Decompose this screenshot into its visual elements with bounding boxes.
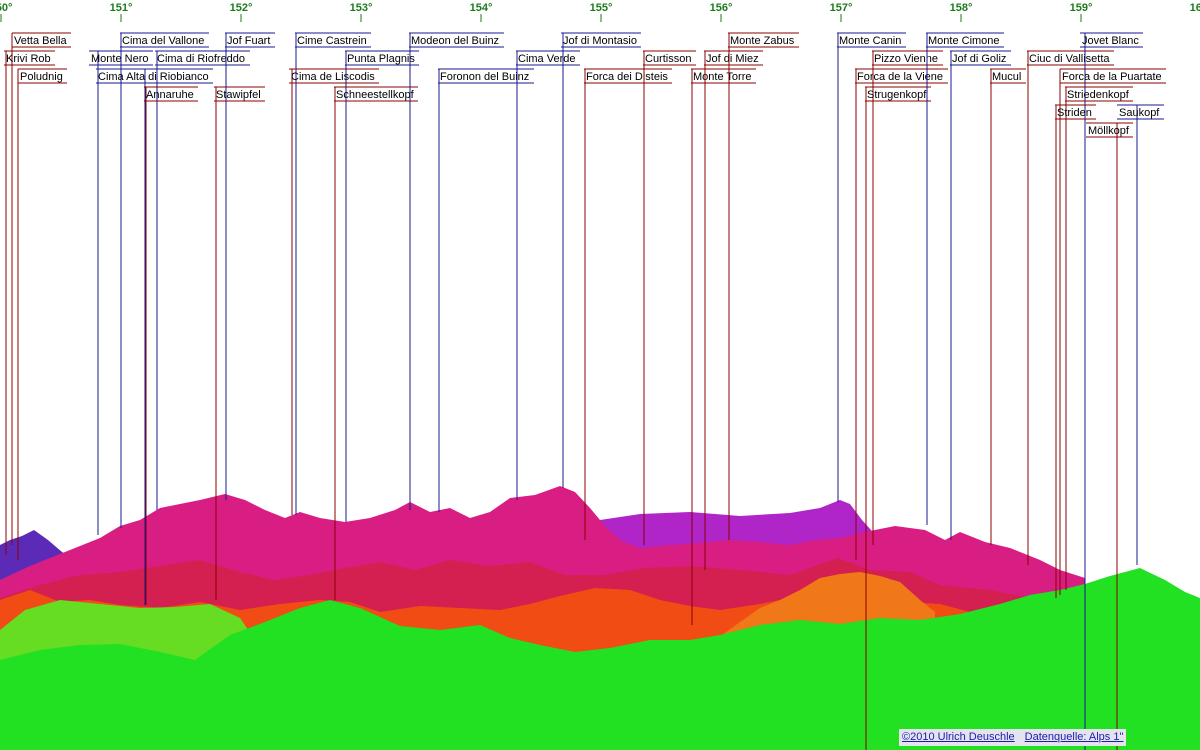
- peak-label: Jof di Montasio: [563, 35, 637, 47]
- peak-label: Monte Zabus: [730, 35, 795, 47]
- peak-label: Pizzo Vienne: [874, 53, 938, 65]
- peak-label: Jof di Goliz: [952, 53, 1006, 65]
- peak-label: Forca de la Viene: [857, 71, 943, 83]
- degree-label: 158°: [950, 2, 973, 14]
- peak-label: Annaruhe: [146, 89, 194, 101]
- peak-label: Schneestellkopf: [336, 89, 415, 101]
- peak-label: Monte Nero: [91, 53, 148, 65]
- peak-label: Poludnig: [20, 71, 63, 83]
- degree-label: 151°: [110, 2, 133, 14]
- mountain-panorama: 150° 151° 152° 153° 154° 155° 156° 157° …: [0, 0, 1200, 750]
- peak-label: Vetta Bella: [14, 35, 67, 47]
- peak-label: Monte Canin: [839, 35, 901, 47]
- peak-label: Krivi Rob: [6, 53, 51, 65]
- degree-label: 152°: [230, 2, 253, 14]
- peak-label: Monte Cimone: [928, 35, 1000, 47]
- peak-label: Jof Fuart: [227, 35, 270, 47]
- degree-label: 150°: [0, 2, 12, 14]
- peak-label: Cima del Vallone: [122, 35, 204, 47]
- peak-label: Cime Castrein: [297, 35, 367, 47]
- degree-label: 153°: [350, 2, 373, 14]
- peak-label: Mucul: [992, 71, 1021, 83]
- data-source-link[interactable]: Datenquelle: Alps 1": [1025, 731, 1124, 743]
- peak-label: Jof di Miez: [706, 53, 759, 65]
- degree-label: 154°: [470, 2, 493, 14]
- peak-label: Striden: [1057, 107, 1092, 119]
- degree-label: 155°: [590, 2, 613, 14]
- peak-label: Cima Alta di Riobianco: [98, 71, 209, 83]
- peak-label: Punta Plagnis: [347, 53, 415, 65]
- degree-label: 160°: [1190, 2, 1200, 14]
- peak-label: Monte Torre: [693, 71, 752, 83]
- copyright-link[interactable]: ©2010 Ulrich Deuschle: [902, 731, 1015, 743]
- peak-label: Modeon del Buinz: [411, 35, 499, 47]
- degree-label: 159°: [1070, 2, 1093, 14]
- peak-label: Strugenkopf: [867, 89, 927, 101]
- peak-label: Foronon del Buinz: [440, 71, 529, 83]
- peak-label: Jovet Blanc: [1082, 35, 1139, 47]
- peak-label: Striedenkopf: [1067, 89, 1130, 101]
- peak-label: Forca dei Disteis: [586, 71, 668, 83]
- degree-label: 157°: [830, 2, 853, 14]
- peak-label: Saukopf: [1119, 107, 1160, 119]
- credit-bar: ©2010 Ulrich Deuschle Datenquelle: Alps 1…: [899, 729, 1127, 746]
- peak-label: Ciuc di Vallisetta: [1029, 53, 1110, 65]
- peak-label: Stawipfel: [216, 89, 261, 101]
- peak-label: Cima de Liscodis: [291, 71, 375, 83]
- peak-label: Cima di Riofreddo: [157, 53, 245, 65]
- peak-label: Cima Verde: [518, 53, 575, 65]
- peak-label: Curtisson: [645, 53, 691, 65]
- degree-label: 156°: [710, 2, 733, 14]
- peak-label: Möllkopf: [1088, 125, 1130, 137]
- peak-label: Forca de la Puartate: [1062, 71, 1162, 83]
